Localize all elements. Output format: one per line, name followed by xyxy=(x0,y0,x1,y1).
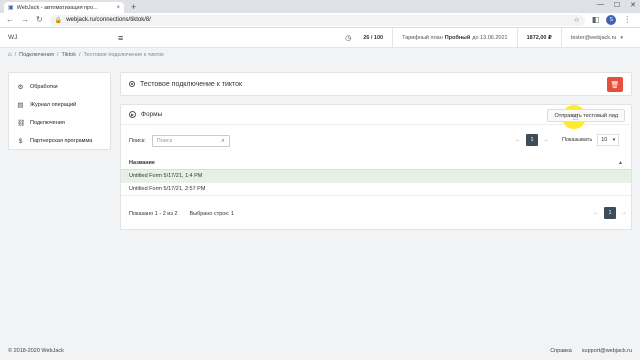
column-header-name[interactable]: Название ▲ xyxy=(121,157,631,170)
sidebar-item-label: Партнерская программа xyxy=(30,138,93,144)
url-text[interactable]: webjack.ru/connections/tiktok/8/ xyxy=(66,17,570,23)
maximize-button[interactable]: ☐ xyxy=(614,1,620,9)
profile-avatar[interactable]: S xyxy=(606,15,617,25)
sidebar-item-partner[interactable]: $ Партнерская программа xyxy=(9,132,110,150)
leads-count: 26 / 100 xyxy=(363,35,384,41)
extensions-icon[interactable]: ◧ xyxy=(592,15,600,25)
plan-info[interactable]: Тарифный план Пробный до 13.06.2021 xyxy=(392,28,517,48)
app-logo[interactable]: WJ xyxy=(8,34,118,41)
pager-bottom: ← 1 → xyxy=(593,207,627,219)
next-page-icon[interactable]: → xyxy=(543,137,549,143)
sidebar-item-label: Обработки xyxy=(30,84,58,90)
breadcrumb-connections[interactable]: Подключения xyxy=(19,52,54,58)
sidebar: ⚙ Обработки ▤ Журнал операций ⛓ Подключе… xyxy=(8,72,111,150)
new-tab-button[interactable]: + xyxy=(131,2,136,12)
breadcrumb-tiktok[interactable]: Tiktok xyxy=(61,52,75,58)
tab-close-icon[interactable]: × xyxy=(116,5,120,11)
favicon-icon: ▣ xyxy=(8,5,14,11)
trash-icon: 🗑 xyxy=(610,81,620,89)
pager-top: ← 1 → Показывать 10 ▾ xyxy=(515,134,620,146)
sidebar-item-label: Подключения xyxy=(30,120,65,126)
delete-button[interactable]: 🗑 xyxy=(607,77,623,92)
connection-title: Тестовое подключение к тикток xyxy=(140,80,243,88)
play-circle-icon: ▶ xyxy=(129,111,136,118)
column-header-label: Название xyxy=(129,160,155,166)
chevron-down-icon: ▾ xyxy=(612,137,616,143)
page-size-select[interactable]: 10 ▾ xyxy=(597,134,620,146)
page-size-value: 10 xyxy=(601,137,608,143)
browser-tabbar: ▣ WebJack - автоматизация про... × + — ☐… xyxy=(0,0,640,13)
copyright: © 2018-2020 WebJack xyxy=(8,348,64,354)
selected-info: Выбрано строк: 1 xyxy=(189,211,234,217)
back-icon[interactable]: ← xyxy=(6,15,14,25)
sidebar-item-label: Журнал операций xyxy=(30,102,77,108)
address-bar[interactable]: 🔒 webjack.ru/connections/tiktok/8/ ☆ xyxy=(49,14,585,26)
connection-card: Тестовое подключение к тикток 🗑 xyxy=(120,72,632,96)
page-footer: © 2018-2020 WebJack Справка support@webj… xyxy=(0,346,640,356)
support-link[interactable]: support@webjack.ru xyxy=(582,348,632,354)
search-input[interactable]: Поиск ⌕ xyxy=(151,135,230,147)
row-name: Untitled Form 5/17/21, 2:57 PM xyxy=(129,186,206,192)
send-test-lead-button[interactable]: Отправить тестовый лид xyxy=(547,109,625,122)
forms-card: ▶ Формы Отправить тестовый лид ☝ Поиск: … xyxy=(120,104,632,230)
table-row[interactable]: Untitled Form 5/17/21, 1:4 PM xyxy=(121,170,631,183)
user-menu[interactable]: tester@webjack.ru ▾ xyxy=(560,28,632,48)
browser-toolbar: ← → ↻ 🔒 webjack.ru/connections/tiktok/8/… xyxy=(0,13,640,28)
gear-icon: ⚙ xyxy=(17,84,24,91)
page-size-label: Показывать xyxy=(562,137,593,143)
table-row[interactable]: Untitled Form 5/17/21, 2:57 PM xyxy=(121,183,631,196)
star-icon[interactable]: ☆ xyxy=(574,16,580,24)
tab-title: WebJack - автоматизация про... xyxy=(16,4,98,11)
status-dot-icon xyxy=(129,81,135,87)
page-number-button[interactable]: 1 xyxy=(604,207,616,219)
balance-value: 1872,00 ₽ xyxy=(526,35,552,41)
sidebar-item-log[interactable]: ▤ Журнал операций xyxy=(9,96,110,114)
next-page-icon[interactable]: → xyxy=(621,210,627,216)
sort-up-icon[interactable]: ▲ xyxy=(618,160,623,166)
prev-page-icon[interactable]: ← xyxy=(515,137,521,143)
menu-dots-icon[interactable]: ⋮ xyxy=(623,15,631,25)
home-icon[interactable]: ⌂ xyxy=(8,52,12,58)
chevron-down-icon: ▾ xyxy=(620,35,623,41)
help-link[interactable]: Справка xyxy=(550,348,572,354)
leads-counter: ◷ 26 / 100 xyxy=(336,28,392,48)
page-number-button[interactable]: 1 xyxy=(526,134,538,146)
shown-info: Показано 1 - 2 из 2 xyxy=(129,211,178,217)
reload-icon[interactable]: ↻ xyxy=(36,15,43,25)
clock-icon: ◷ xyxy=(345,35,352,42)
forms-title: Формы xyxy=(141,111,163,118)
plan-name: Пробный xyxy=(444,35,471,41)
cursor-hand-icon: ☝ xyxy=(573,113,578,122)
hamburger-menu-icon[interactable]: ≡ xyxy=(118,33,123,43)
window-controls: — ☐ ✕ xyxy=(597,1,636,9)
link-icon: ⛓ xyxy=(17,120,26,127)
table-tools: Поиск: Поиск ⌕ ← 1 → Показывать 10 ▾ xyxy=(129,134,625,148)
user-email: tester@webjack.ru xyxy=(570,35,617,41)
row-name: Untitled Form 5/17/21, 1:4 PM xyxy=(129,173,203,179)
minimize-button[interactable]: — xyxy=(597,1,604,9)
close-window-button[interactable]: ✕ xyxy=(630,1,636,9)
search-label: Поиск: xyxy=(129,138,146,144)
lock-icon: 🔒 xyxy=(54,17,63,24)
dollar-icon: $ xyxy=(18,137,23,145)
breadcrumb-current: Тестовое подключение к тикток xyxy=(83,52,164,58)
log-icon: ▤ xyxy=(17,102,24,109)
search-placeholder: Поиск xyxy=(156,138,173,144)
forward-icon[interactable]: → xyxy=(21,15,29,25)
prev-page-icon[interactable]: ← xyxy=(593,210,599,216)
breadcrumb: ⌂ / Подключения / Tiktok / Тестовое подк… xyxy=(8,52,164,58)
app-header: WJ ≡ ◷ 26 / 100 Тарифный план Пробный до… xyxy=(0,28,640,48)
plan-label: Тарифный план xyxy=(402,35,443,41)
search-icon: ⌕ xyxy=(221,137,225,144)
sidebar-item-processing[interactable]: ⚙ Обработки xyxy=(9,78,110,96)
forms-table: Название ▲ Untitled Form 5/17/21, 1:4 PM… xyxy=(121,157,631,196)
balance[interactable]: 1872,00 ₽ xyxy=(516,28,561,48)
table-footer: Показано 1 - 2 из 2 Выбрано строк: 1 ← 1… xyxy=(129,207,627,221)
plan-until: до 13.06.2021 xyxy=(472,35,508,41)
browser-tab[interactable]: ▣ WebJack - автоматизация про... × xyxy=(4,2,124,13)
sidebar-item-connections[interactable]: ⛓ Подключения xyxy=(9,114,110,132)
